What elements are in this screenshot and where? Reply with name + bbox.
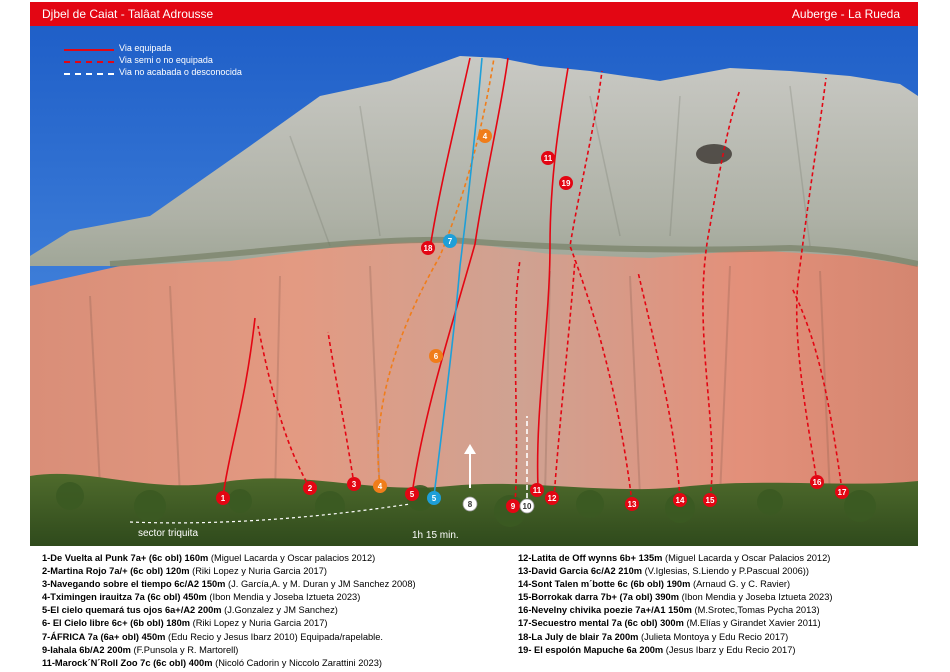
route-marker-13: 13: [625, 497, 639, 511]
svg-text:12: 12: [548, 494, 557, 503]
svg-text:19: 19: [562, 179, 571, 188]
title-bar: Djbel de Caiat - Talâat Adrousse Auberge…: [30, 2, 918, 26]
approach-time-label: 1h 15 min.: [412, 530, 459, 541]
svg-text:5: 5: [410, 490, 415, 499]
route-marker-11-top: 11: [541, 151, 555, 165]
cave: [696, 144, 732, 164]
route-caption: 7-ÁFRICA 7a (6a+ obl) 450m (Edu Recio y …: [42, 631, 383, 642]
sector-title: Auberge - La Rueda: [791, 7, 900, 21]
route-caption: 14-Sont Talen m´botte 6c (6b obl) 190m (…: [518, 579, 791, 590]
svg-text:9: 9: [511, 502, 516, 511]
svg-text:11: 11: [544, 154, 553, 163]
route-caption: 9-Iahala 6b/A2 200m (F.Punsola y R. Mart…: [42, 644, 239, 655]
route-marker-4: 4: [373, 479, 387, 493]
svg-text:4: 4: [378, 482, 383, 491]
svg-text:1: 1: [221, 494, 226, 503]
route-marker-8: 8: [462, 496, 478, 512]
svg-text:8: 8: [468, 500, 473, 509]
route-marker-17: 17: [835, 485, 849, 499]
route-marker-18: 18: [421, 241, 435, 255]
route-list: 1-De Vuelta al Punk 7a+ (6c obl) 160m (M…: [38, 552, 918, 670]
route-caption: 17-Secuestro mental 7a (6c obl) 300m (M.…: [518, 618, 821, 629]
route-caption: 12-Latita de Off wynns 6b+ 135m (Miguel …: [518, 553, 831, 563]
route-marker-7: 7: [443, 234, 457, 248]
route-marker-4-top: 4: [478, 129, 492, 143]
sector-label: sector triquita: [138, 528, 198, 539]
route-caption: 18-La July de blair 7a 200m (Julieta Mon…: [518, 631, 789, 642]
svg-text:7: 7: [448, 237, 453, 246]
route-caption: 19- El espolón Mapuche 6a 200m (Jesus Ib…: [518, 644, 796, 655]
route-caption: 5-El cielo quemará tus ojos 6a+/A2 200m …: [42, 605, 338, 616]
route-caption: 15-Borrokak darra 7b+ (7a obl) 390m (Ibo…: [518, 592, 833, 603]
svg-text:6: 6: [434, 352, 439, 361]
route-caption: 6- El Cielo libre 6c+ (6b obl) 180m (Rik…: [42, 618, 328, 629]
svg-text:4: 4: [483, 132, 488, 141]
route-list-left: 1-De Vuelta al Punk 7a+ (6c obl) 160m (M…: [42, 552, 416, 670]
svg-text:17: 17: [838, 488, 847, 497]
route-marker-9: 9: [506, 499, 520, 513]
legend-item-no-acabada: Via no acabada o desconocida: [64, 67, 324, 80]
route-caption: 13-David Garcia 6c/A2 210m (V.Iglesias, …: [518, 566, 809, 577]
svg-text:2: 2: [308, 484, 313, 493]
legend: Via equipada Via semi o no equipada Via …: [64, 43, 324, 80]
route-list-right: 12-Latita de Off wynns 6b+ 135m (Miguel …: [518, 552, 832, 657]
route-marker-3: 3: [347, 477, 361, 491]
route-marker-1: 1: [216, 491, 230, 505]
route-marker-5-blue: 5: [427, 491, 441, 505]
route-marker-5: 5: [405, 487, 419, 501]
route-marker-14: 14: [673, 493, 687, 507]
svg-text:5: 5: [432, 494, 437, 503]
topo-photo: 1 2 3 4 4 5 5 6 7 8 9 10 11 11 12 13 14 …: [30, 26, 918, 546]
svg-text:15: 15: [706, 496, 715, 505]
crag-title: Djbel de Caiat - Talâat Adrousse: [42, 7, 214, 21]
route-marker-2: 2: [303, 481, 317, 495]
svg-text:10: 10: [523, 502, 532, 511]
svg-text:14: 14: [676, 496, 685, 505]
route-caption: 2-Martina Rojo 7a/+ (6c obl) 120m (Riki …: [42, 566, 327, 577]
svg-text:18: 18: [424, 244, 433, 253]
route-marker-12: 12: [545, 491, 559, 505]
route-caption: 16-Nevelny chivika poezie 7a+/A1 150m (M…: [518, 605, 820, 616]
route-marker-19: 19: [559, 176, 573, 190]
svg-text:16: 16: [813, 478, 822, 487]
svg-text:13: 13: [628, 500, 637, 509]
svg-text:3: 3: [352, 480, 357, 489]
route-caption: 11-Marock´N´Roll Zoo 7c (6c obl) 400m (N…: [42, 657, 382, 668]
route-caption: 3-Navegando sobre el tiempo 6c/A2 150m (…: [42, 579, 416, 590]
route-caption: 4-Tximingen irauitza 7a (6c obl) 450m (I…: [42, 592, 361, 603]
route-marker-6: 6: [429, 349, 443, 363]
svg-text:11: 11: [533, 486, 542, 495]
lower-wall: [30, 241, 918, 506]
route-marker-15: 15: [703, 493, 717, 507]
route-caption: 1-De Vuelta al Punk 7a+ (6c obl) 160m (M…: [42, 553, 376, 563]
route-marker-16: 16: [810, 475, 824, 489]
route-marker-11: 11: [530, 483, 544, 497]
route-marker-10: 10: [519, 498, 535, 514]
